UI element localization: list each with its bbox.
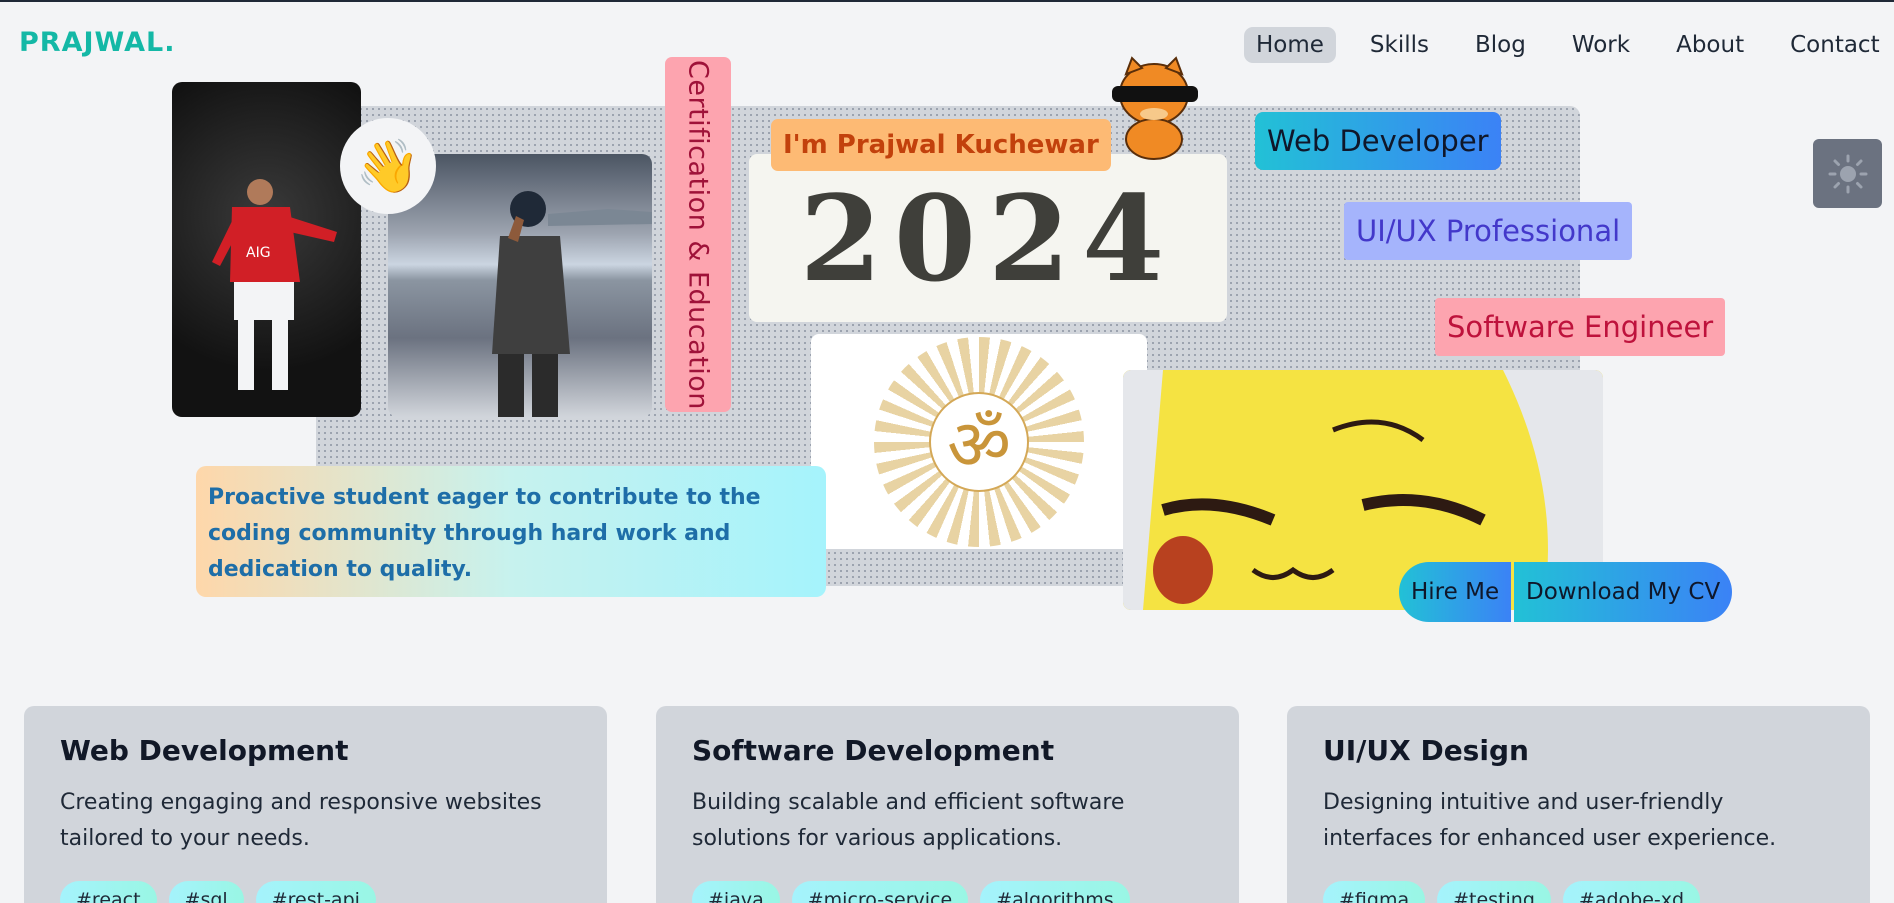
om-mandala-card: ॐ (811, 334, 1147, 549)
mandala-icon: ॐ (874, 336, 1084, 547)
role-software-engineer: Software Engineer (1435, 298, 1726, 356)
waving-hand-icon: 👋 (340, 118, 436, 214)
service-tags: #react #sql #rest-api (60, 881, 571, 903)
tag-chip[interactable]: #react (60, 881, 157, 903)
role-web-developer: Web Developer (1255, 112, 1501, 170)
service-title: UI/UX Design (1323, 734, 1529, 767)
service-title: Web Development (60, 734, 349, 767)
garfield-sunglasses-sticker (1104, 54, 1204, 162)
tag-chip[interactable]: #sql (168, 881, 244, 903)
site-logo[interactable]: PRAJWAL. (19, 27, 175, 58)
main-nav: Home Skills Blog Work About Contact (1244, 27, 1892, 63)
tag-chip[interactable]: #figma (1323, 881, 1426, 903)
service-tags: #figma #testing #adobe-xd (1323, 881, 1834, 903)
nav-skills[interactable]: Skills (1358, 27, 1441, 63)
sun-icon (1828, 154, 1867, 193)
download-cv-button[interactable]: Download My CV (1514, 562, 1733, 622)
name-badge: I'm Prajwal Kuchewar (771, 119, 1111, 171)
nav-home[interactable]: Home (1244, 27, 1336, 63)
nav-work[interactable]: Work (1560, 27, 1642, 63)
service-title: Software Development (692, 734, 1055, 767)
nav-about[interactable]: About (1664, 27, 1756, 63)
tag-chip[interactable]: #algorithms (980, 881, 1130, 903)
tag-chip[interactable]: #micro-service (791, 881, 969, 903)
nav-contact[interactable]: Contact (1778, 27, 1891, 63)
tag-chip[interactable]: #java (692, 881, 780, 903)
year-card: 2024 (749, 154, 1227, 322)
service-card-software-development: Software Development Building scalable a… (656, 706, 1239, 903)
service-description: Designing intuitive and user-friendly in… (1323, 790, 1777, 851)
service-description: Building scalable and efficient software… (692, 790, 1125, 851)
service-card-web-development: Web Development Creating engaging and re… (24, 706, 607, 903)
nav-blog[interactable]: Blog (1463, 27, 1538, 63)
beach-portrait-photo (388, 154, 652, 417)
certification-label: Certification & Education (682, 59, 714, 410)
hire-me-button[interactable]: Hire Me (1399, 562, 1512, 622)
tag-chip[interactable]: #testing (1437, 881, 1551, 903)
service-description: Creating engaging and responsive website… (60, 790, 542, 851)
service-tags: #java #micro-service #algorithms (692, 881, 1203, 903)
theme-toggle-button[interactable] (1813, 139, 1882, 208)
svg-text:AIG: AIG (246, 245, 271, 261)
certification-education-tab[interactable]: Certification & Education (665, 57, 731, 412)
tag-chip[interactable]: #rest-api (255, 881, 376, 903)
soccer-player-photo: AIG (172, 82, 361, 417)
om-symbol-icon: ॐ (929, 391, 1029, 492)
tag-chip[interactable]: #adobe-xd (1562, 881, 1701, 903)
year-text: 2024 (799, 168, 1177, 308)
role-uiux-professional: UI/UX Professional (1344, 202, 1633, 260)
bio-statement: Proactive student eager to contribute to… (196, 466, 826, 597)
service-card-uiux-design: UI/UX Design Designing intuitive and use… (1287, 706, 1870, 903)
